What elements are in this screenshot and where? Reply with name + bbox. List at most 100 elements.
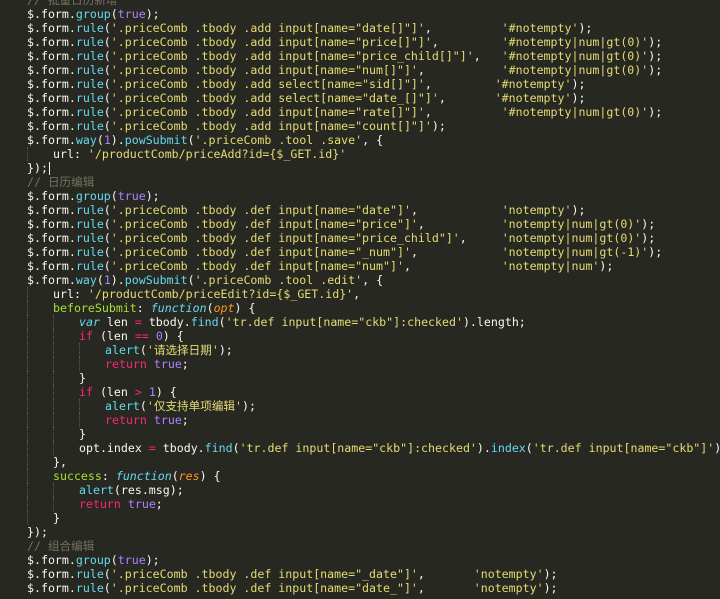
code-line[interactable]: $.form.rule('.priceComb .tbody .add inpu… — [0, 49, 720, 63]
code-line[interactable]: $.form.rule('.priceComb .tbody .add inpu… — [0, 35, 720, 49]
code-token-punc: ) { — [155, 385, 177, 399]
code-line[interactable]: $.form.group(true); — [0, 7, 720, 21]
code-line[interactable]: $.form.rule('.priceComb .tbody .def inpu… — [0, 245, 720, 259]
code-line[interactable]: $.form.rule('.priceComb .tbody .add sele… — [0, 91, 720, 105]
code-line-content: $.form.rule('.priceComb .tbody .add inpu… — [27, 119, 446, 133]
code-line[interactable]: var len = tbody.find('tr.def input[name=… — [0, 315, 720, 329]
code-line[interactable]: $.form.rule('.priceComb .tbody .def inpu… — [0, 567, 720, 581]
code-editor[interactable]: // 批量日历新增 $.form.group(true); $.form.rule(… — [0, 0, 720, 599]
code-token-string: '#notempty|num|gt(0)' — [501, 105, 649, 119]
code-line[interactable]: $.form.way(1).powSubmit('.priceComb .too… — [0, 273, 720, 287]
code-token-string: 'tr.def input[name="ckb"]:checked' — [225, 315, 463, 329]
code-line[interactable]: }); — [0, 161, 720, 175]
code-line[interactable]: $.form.group(true); — [0, 189, 720, 203]
code-line[interactable]: $.form.way(1).powSubmit('.priceComb .too… — [0, 133, 720, 147]
code-line[interactable]: return true; — [0, 497, 720, 511]
code-token-punc: ). — [110, 273, 125, 287]
code-line[interactable]: return true; — [0, 413, 720, 427]
code-token-number: 1 — [103, 133, 111, 147]
code-line[interactable]: } — [0, 427, 720, 441]
code-token-punc: ( — [103, 567, 111, 581]
code-token-var: $ — [27, 189, 34, 203]
code-token-string: 'notempty|num' — [501, 259, 600, 273]
code-line[interactable]: url: '/productComb/priceEdit?id={$_GET.i… — [0, 287, 720, 301]
code-token-method: rule — [75, 231, 104, 245]
code-line[interactable]: $.form.rule('.priceComb .tbody .def inpu… — [0, 203, 720, 217]
code-line[interactable]: $.form.rule('.priceComb .tbody .def inpu… — [0, 217, 720, 231]
code-token-keyword: return — [105, 413, 147, 427]
code-line[interactable]: $.form.rule('.priceComb .tbody .def inpu… — [0, 581, 720, 595]
code-line[interactable]: }); — [0, 525, 720, 539]
code-line-content: } — [27, 427, 86, 441]
code-token-punc: ( — [187, 133, 195, 147]
code-line[interactable]: success: function(res) { — [0, 469, 720, 483]
code-token-number: 0 — [155, 329, 163, 343]
code-line[interactable]: $.form.rule('.priceComb .tbody .add inpu… — [0, 63, 720, 77]
code-token-string: 'notempty' — [473, 567, 544, 581]
code-token-punc: ( — [103, 105, 111, 119]
code-token-method: rule — [75, 35, 104, 49]
code-token-bool: true — [153, 357, 182, 371]
code-token-text: .form. — [33, 217, 76, 231]
code-token-punc: , — [417, 63, 502, 77]
code-token-text: .form. — [33, 77, 76, 91]
code-token-var: $ — [27, 553, 34, 567]
code-token-punc: , — [410, 245, 502, 259]
code-token-param: opt — [213, 301, 235, 315]
code-token-method: way — [75, 133, 97, 147]
code-line[interactable]: } — [0, 371, 720, 385]
code-area[interactable]: // 批量日历新增 $.form.group(true); $.form.rule(… — [0, 0, 720, 595]
code-token-punc: ); — [599, 259, 614, 273]
code-line[interactable]: $.form.rule('.priceComb .tbody .add inpu… — [0, 21, 720, 35]
code-token-var: $ — [27, 203, 34, 217]
code-line[interactable]: $.form.rule('.priceComb .tbody .def inpu… — [0, 259, 720, 273]
code-token-string: '#notempty' — [501, 21, 579, 35]
code-token-text: .form. — [33, 231, 76, 245]
code-line[interactable]: if (len > 1) { — [0, 385, 720, 399]
code-line[interactable]: url: '/productComb/priceAdd?id={$_GET.id… — [0, 147, 720, 161]
code-line[interactable]: // 日历编辑 — [0, 175, 720, 189]
code-token-var: $ — [27, 259, 34, 273]
code-token-text: .form. — [33, 259, 76, 273]
code-token-punc: ) { — [199, 469, 221, 483]
code-token-method: find — [204, 441, 233, 455]
code-token-method: index — [490, 441, 526, 455]
code-line[interactable]: } — [0, 511, 720, 525]
code-token-punc: ); — [571, 91, 586, 105]
code-token-punc: ( — [139, 343, 147, 357]
code-line[interactable]: alert('请选择日期'); — [0, 343, 720, 357]
code-token-punc: ); — [648, 49, 663, 63]
code-token-punc: ( — [103, 259, 111, 273]
code-line[interactable]: $.form.rule('.priceComb .tbody .def inpu… — [0, 231, 720, 245]
code-line[interactable]: alert('仅支持单项编辑'); — [0, 399, 720, 413]
code-token-text: .form. — [33, 189, 76, 203]
code-token-punc: ( — [206, 301, 214, 315]
code-line[interactable]: if (len == 0) { — [0, 329, 720, 343]
code-token-punc: ); — [641, 217, 656, 231]
code-token-punc: ) { — [162, 329, 184, 343]
code-line-content: opt.index = tbody.find('tr.def input[nam… — [27, 441, 720, 455]
code-line[interactable]: beforeSubmit: function(opt) { — [0, 301, 720, 315]
code-line[interactable]: alert(res.msg); — [0, 483, 720, 497]
code-line[interactable]: $.form.rule('.priceComb .tbody .add sele… — [0, 77, 720, 91]
code-line[interactable]: $.form.group(true); — [0, 553, 720, 567]
code-line[interactable]: opt.index = tbody.find('tr.def input[nam… — [0, 441, 720, 455]
code-line[interactable]: $.form.rule('.priceComb .tbody .add inpu… — [0, 119, 720, 133]
code-token-var: $ — [27, 105, 34, 119]
code-line[interactable]: $.form.rule('.priceComb .tbody .add inpu… — [0, 105, 720, 119]
code-token-bool: true — [117, 7, 146, 21]
code-line-content: $.form.rule('.priceComb .tbody .def inpu… — [27, 245, 662, 259]
code-line[interactable]: // 批量日历新增 — [0, 0, 720, 7]
code-token-string: 'tr.def input[name="ckb"]' — [532, 441, 715, 455]
code-token-punc: , — [417, 567, 474, 581]
code-token-punc: ); — [145, 189, 160, 203]
code-token-string: 'notempty|num|gt(0)' — [501, 217, 642, 231]
code-line[interactable]: }, — [0, 455, 720, 469]
code-token-text: opt.index — [79, 441, 149, 455]
code-token-method: rule — [75, 63, 104, 77]
code-token-punc: ( — [187, 273, 195, 287]
code-line-content: $.form.way(1).powSubmit('.priceComb .too… — [27, 273, 383, 287]
code-token-var: $ — [27, 91, 34, 105]
code-line[interactable]: return true; — [0, 357, 720, 371]
code-line[interactable]: // 组合编辑 — [0, 539, 720, 553]
